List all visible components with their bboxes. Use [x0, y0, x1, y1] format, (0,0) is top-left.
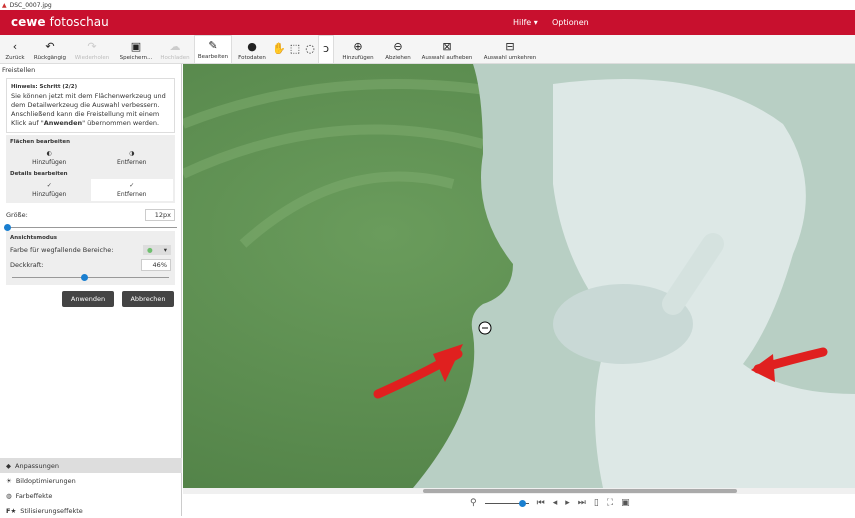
- chevron-left-icon: ‹: [12, 40, 18, 53]
- areas-title: Flächen bearbeiten: [10, 139, 71, 145]
- action-buttons: Anwenden Abbrechen: [0, 285, 181, 313]
- size-label: Größe:: [6, 211, 28, 219]
- menu-optionen[interactable]: Optionen: [552, 18, 589, 27]
- next-icon[interactable]: ▸: [565, 498, 570, 508]
- slider-thumb[interactable]: [4, 224, 12, 231]
- details-title: Details bearbeiten: [10, 171, 68, 177]
- color-swatch: ●: [147, 246, 153, 254]
- menu-hilfe[interactable]: Hilfe ▾: [513, 18, 538, 27]
- add-selection-button[interactable]: ⊕ Hinzufügen: [340, 35, 376, 64]
- zoom-icon[interactable]: ⚲: [470, 498, 477, 508]
- opacity-spinner[interactable]: 46%: [141, 259, 171, 271]
- hint-box: Hinweis: Schritt (2/2) Sie können jetzt …: [6, 78, 175, 133]
- nav-anpassungen[interactable]: ◆ Anpassungen: [0, 458, 182, 473]
- details-remove-button[interactable]: ✓ Entfernen: [90, 179, 173, 201]
- sun-icon: ☀: [6, 476, 12, 485]
- rect-select-icon: ⬚: [289, 41, 301, 55]
- edit-button[interactable]: ✎ Bearbeiten: [194, 35, 232, 64]
- ellipse-select-tool[interactable]: ◌: [303, 35, 317, 64]
- invert-selection-button[interactable]: ⊟ Auswahl umkehren: [482, 35, 538, 64]
- slider-thumb[interactable]: [518, 500, 526, 507]
- compare-icon[interactable]: ▣: [621, 498, 630, 508]
- pen-remove-icon: ✓: [129, 182, 135, 189]
- hand-icon: ✋: [272, 41, 286, 55]
- last-icon[interactable]: ⏭: [578, 498, 586, 508]
- save-icon: ▣: [130, 40, 142, 53]
- rect-select-tool[interactable]: ⬚: [288, 35, 302, 64]
- app-icon: ▲: [2, 1, 7, 9]
- areas-add-button[interactable]: ◐ Hinzufügen: [8, 147, 91, 169]
- ellipse-select-icon: ◌: [305, 41, 315, 55]
- photo: [183, 64, 855, 488]
- pen-add-icon: ✓: [46, 182, 52, 189]
- slider-thumb[interactable]: [81, 274, 89, 281]
- color-label: Farbe für wegfallende Bereiche:: [10, 246, 114, 254]
- lasso-subtract-icon: ⊖: [393, 40, 403, 53]
- redo-button[interactable]: ↷ Wiederholen: [72, 35, 112, 64]
- opacity-slider[interactable]: [12, 273, 169, 281]
- undo-icon: ↶: [45, 40, 55, 53]
- back-button[interactable]: ‹ Zurück: [3, 35, 27, 64]
- save-button[interactable]: ▣ Speichern...: [118, 35, 154, 64]
- app-header: cewe fotoschau Hilfe ▾ Optionen: [0, 10, 855, 35]
- scrollbar-thumb[interactable]: [423, 489, 737, 493]
- brush-add-icon: ◐: [46, 150, 52, 157]
- arrow-icon: ◆: [6, 461, 11, 470]
- edit-icon: ✎: [208, 39, 218, 52]
- color-dropdown[interactable]: ● ▾: [143, 245, 171, 255]
- areas-remove-button[interactable]: ◑ Entfernen: [91, 147, 174, 169]
- fullscreen-icon[interactable]: ⛶: [607, 498, 613, 508]
- details-add-button[interactable]: ✓ Hinzufügen: [8, 179, 91, 201]
- bookmark-icon[interactable]: ▯: [594, 498, 599, 508]
- horizontal-scrollbar[interactable]: [183, 488, 855, 494]
- logo: cewe fotoschau: [11, 15, 109, 29]
- hint-text-end: " übernommen werden.: [82, 119, 160, 127]
- apply-button[interactable]: Anwenden: [62, 291, 114, 307]
- fx-icon: F★: [6, 506, 17, 515]
- lasso-add-icon: ⊕: [353, 40, 363, 53]
- sidebar: Freistellen Hinweis: Schritt (2/2) Sie k…: [0, 64, 182, 516]
- photo-canvas[interactable]: [183, 64, 855, 488]
- opacity-label: Deckkraft:: [10, 261, 44, 269]
- brush-remove-icon: ◑: [129, 150, 135, 157]
- view-mode-title: Ansichtsmodus: [10, 235, 58, 241]
- hand-tool[interactable]: ✋: [272, 35, 286, 64]
- panel-title: Freistellen: [2, 66, 36, 74]
- window-title: DSC_0007.jpg: [9, 1, 52, 9]
- invert-icon: ⊟: [505, 40, 515, 53]
- lasso-icon: ↄ: [322, 41, 330, 55]
- view-mode-group: Ansichtsmodus Farbe für wegfallende Bere…: [6, 231, 175, 285]
- upload-button[interactable]: ☁ Hochladen: [158, 35, 192, 64]
- zoom-slider[interactable]: [484, 499, 529, 507]
- bottom-bar: ⚲ ⏮ ◂ ▸ ⏭ ▯ ⛶ ▣: [470, 498, 630, 508]
- toolbar: ‹ Zurück ↶ Rückgängig ↷ Wiederholen ▣ Speich…: [0, 35, 855, 64]
- nav-farbeffekte[interactable]: ◍ Farbeffekte: [0, 488, 182, 503]
- subtract-selection-button[interactable]: ⊖ Abziehen: [382, 35, 414, 64]
- edit-areas-group: Flächen bearbeiten ◐ Hinzufügen ◑ Entferne…: [6, 135, 175, 203]
- size-spinner[interactable]: 12px: [145, 209, 175, 221]
- window-titlebar: ▲ DSC_0007.jpg: [0, 0, 855, 10]
- hint-title: Hinweis: Schritt (2/2): [11, 84, 78, 90]
- lasso-tool[interactable]: ↄ: [318, 35, 334, 64]
- hint-bold: Anwenden: [43, 119, 83, 127]
- nav-bildoptimierungen[interactable]: ☀ Bildoptimierungen: [0, 473, 182, 488]
- prev-icon[interactable]: ◂: [553, 498, 558, 508]
- deselect-button[interactable]: ⊠ Auswahl aufheben: [420, 35, 474, 64]
- first-icon[interactable]: ⏮: [537, 498, 545, 508]
- cloud-icon: ☁: [169, 40, 181, 53]
- redo-icon: ↷: [87, 40, 97, 53]
- photo-data-button[interactable]: ● Fotodaten: [235, 35, 269, 64]
- cancel-button[interactable]: Abbrechen: [122, 291, 174, 307]
- info-icon: ●: [247, 40, 257, 53]
- undo-button[interactable]: ↶ Rückgängig: [33, 35, 67, 64]
- deselect-icon: ⊠: [442, 40, 452, 53]
- size-slider[interactable]: [4, 223, 177, 231]
- palette-icon: ◍: [6, 491, 12, 500]
